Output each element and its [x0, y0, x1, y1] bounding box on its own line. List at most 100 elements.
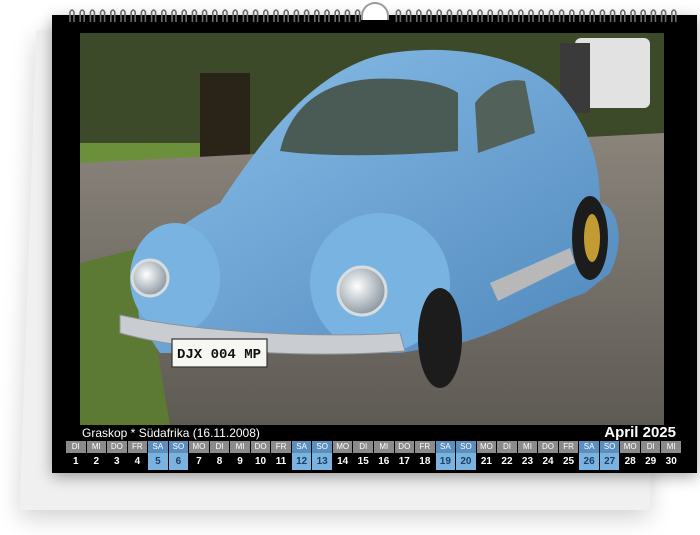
day-name: DO [394, 441, 416, 453]
day-number: 22 [497, 453, 518, 470]
binding-ring [446, 9, 453, 22]
binding-ring [426, 9, 432, 22]
binding-ring [528, 9, 534, 22]
day-cell: MO 28 [620, 441, 641, 472]
binding-ring [416, 9, 422, 22]
day-cell: SA 26 [579, 441, 600, 472]
day-cell: MO 21 [476, 441, 498, 472]
day-number: 23 [518, 453, 539, 470]
day-name: FR [558, 441, 580, 453]
day-name: DI [497, 441, 518, 453]
day-number: 24 [538, 453, 559, 470]
day-strip: DI 1 MI 2 DO 3 FR 4 SA 5 SO 6 MO 7 DI 8 MI 9 DO 10 FR 11 SA 12 S… [66, 441, 682, 472]
day-number: 14 [333, 453, 354, 470]
day-cell: SO 13 [312, 441, 333, 472]
binding-ring [630, 9, 636, 22]
day-name: MO [332, 441, 354, 453]
licence-plate: DJX 004 MP [177, 347, 261, 363]
day-cell: FR 11 [271, 441, 292, 472]
day-name: SA [148, 441, 169, 453]
binding-ring [191, 9, 198, 22]
day-number: 13 [312, 453, 333, 470]
day-cell: FR 18 [415, 441, 436, 472]
day-name: DI [640, 441, 662, 453]
day-number: 27 [599, 453, 621, 470]
binding-ring [538, 9, 544, 22]
binding-ring [89, 9, 96, 22]
day-name: SO [599, 441, 621, 453]
binding-ring [660, 9, 667, 22]
binding-ring [609, 9, 616, 22]
day-number: 29 [641, 453, 662, 470]
day-number: 3 [107, 453, 128, 470]
day-number: 20 [456, 453, 477, 470]
binding-ring [79, 9, 85, 22]
day-name: DI [353, 441, 374, 453]
day-number: 18 [415, 453, 436, 470]
day-cell: FR 4 [127, 441, 149, 472]
binding-ring [507, 9, 514, 22]
binding-ring [548, 9, 555, 22]
binding-ring [212, 9, 218, 22]
binding-ring [477, 9, 483, 22]
day-number: 9 [230, 453, 251, 470]
day-cell: DO 10 [250, 441, 272, 472]
binding-ring [293, 9, 300, 22]
day-name: DO [538, 441, 559, 453]
day-cell: SA 5 [148, 441, 169, 472]
day-name: MI [661, 441, 682, 453]
binding-ring [130, 9, 136, 22]
vw-beetle-photo: DJX 004 MP [80, 33, 664, 425]
day-number: 16 [374, 453, 395, 470]
binding-ring [201, 9, 208, 22]
day-name: MO [620, 441, 641, 453]
day-name: MI [86, 441, 108, 453]
month-label: April 2025 [604, 424, 676, 441]
day-name: MI [230, 441, 251, 453]
binding-ring [273, 9, 279, 22]
day-name: SA [291, 441, 313, 453]
calendar-photo: DJX 004 MP [80, 33, 664, 425]
day-number: 19 [435, 453, 457, 470]
binding-ring [589, 9, 595, 22]
day-cell: DI 1 [66, 441, 87, 472]
day-cell: SO 27 [599, 441, 621, 472]
day-cell: SA 19 [435, 441, 457, 472]
day-name: SO [168, 441, 190, 453]
day-name: SA [435, 441, 457, 453]
binding-ring [303, 9, 310, 22]
day-number: 4 [128, 453, 149, 470]
binding-ring [436, 9, 442, 22]
day-cell: DI 29 [640, 441, 662, 472]
binding-ring [456, 9, 463, 22]
binding-ring [558, 9, 565, 22]
binding-ring [110, 9, 116, 22]
day-name: FR [127, 441, 149, 453]
binding-ring [467, 9, 473, 22]
binding-ring [242, 9, 249, 22]
day-cell: SO 6 [168, 441, 190, 472]
day-name: MO [476, 441, 498, 453]
day-name: DO [250, 441, 272, 453]
day-number: 7 [189, 453, 210, 470]
day-name: SO [456, 441, 477, 453]
binding-ring [324, 9, 330, 22]
day-number: 28 [620, 453, 641, 470]
day-cell: MI 30 [661, 441, 682, 472]
day-cell: DO 24 [538, 441, 559, 472]
binding-ring [518, 9, 524, 22]
binding-ring [140, 9, 147, 22]
binding-ring [252, 9, 259, 22]
day-name: DI [66, 441, 87, 453]
day-number: 8 [210, 453, 231, 470]
day-number: 30 [661, 453, 682, 470]
day-number: 17 [395, 453, 416, 470]
binding-ring [569, 9, 575, 22]
binding-ring [354, 9, 361, 22]
binding-ring [150, 9, 157, 22]
day-name: MO [189, 441, 210, 453]
day-name: MI [373, 441, 395, 453]
day-number: 5 [148, 453, 169, 470]
day-cell: DO 3 [107, 441, 128, 472]
binding-ring [161, 9, 167, 22]
